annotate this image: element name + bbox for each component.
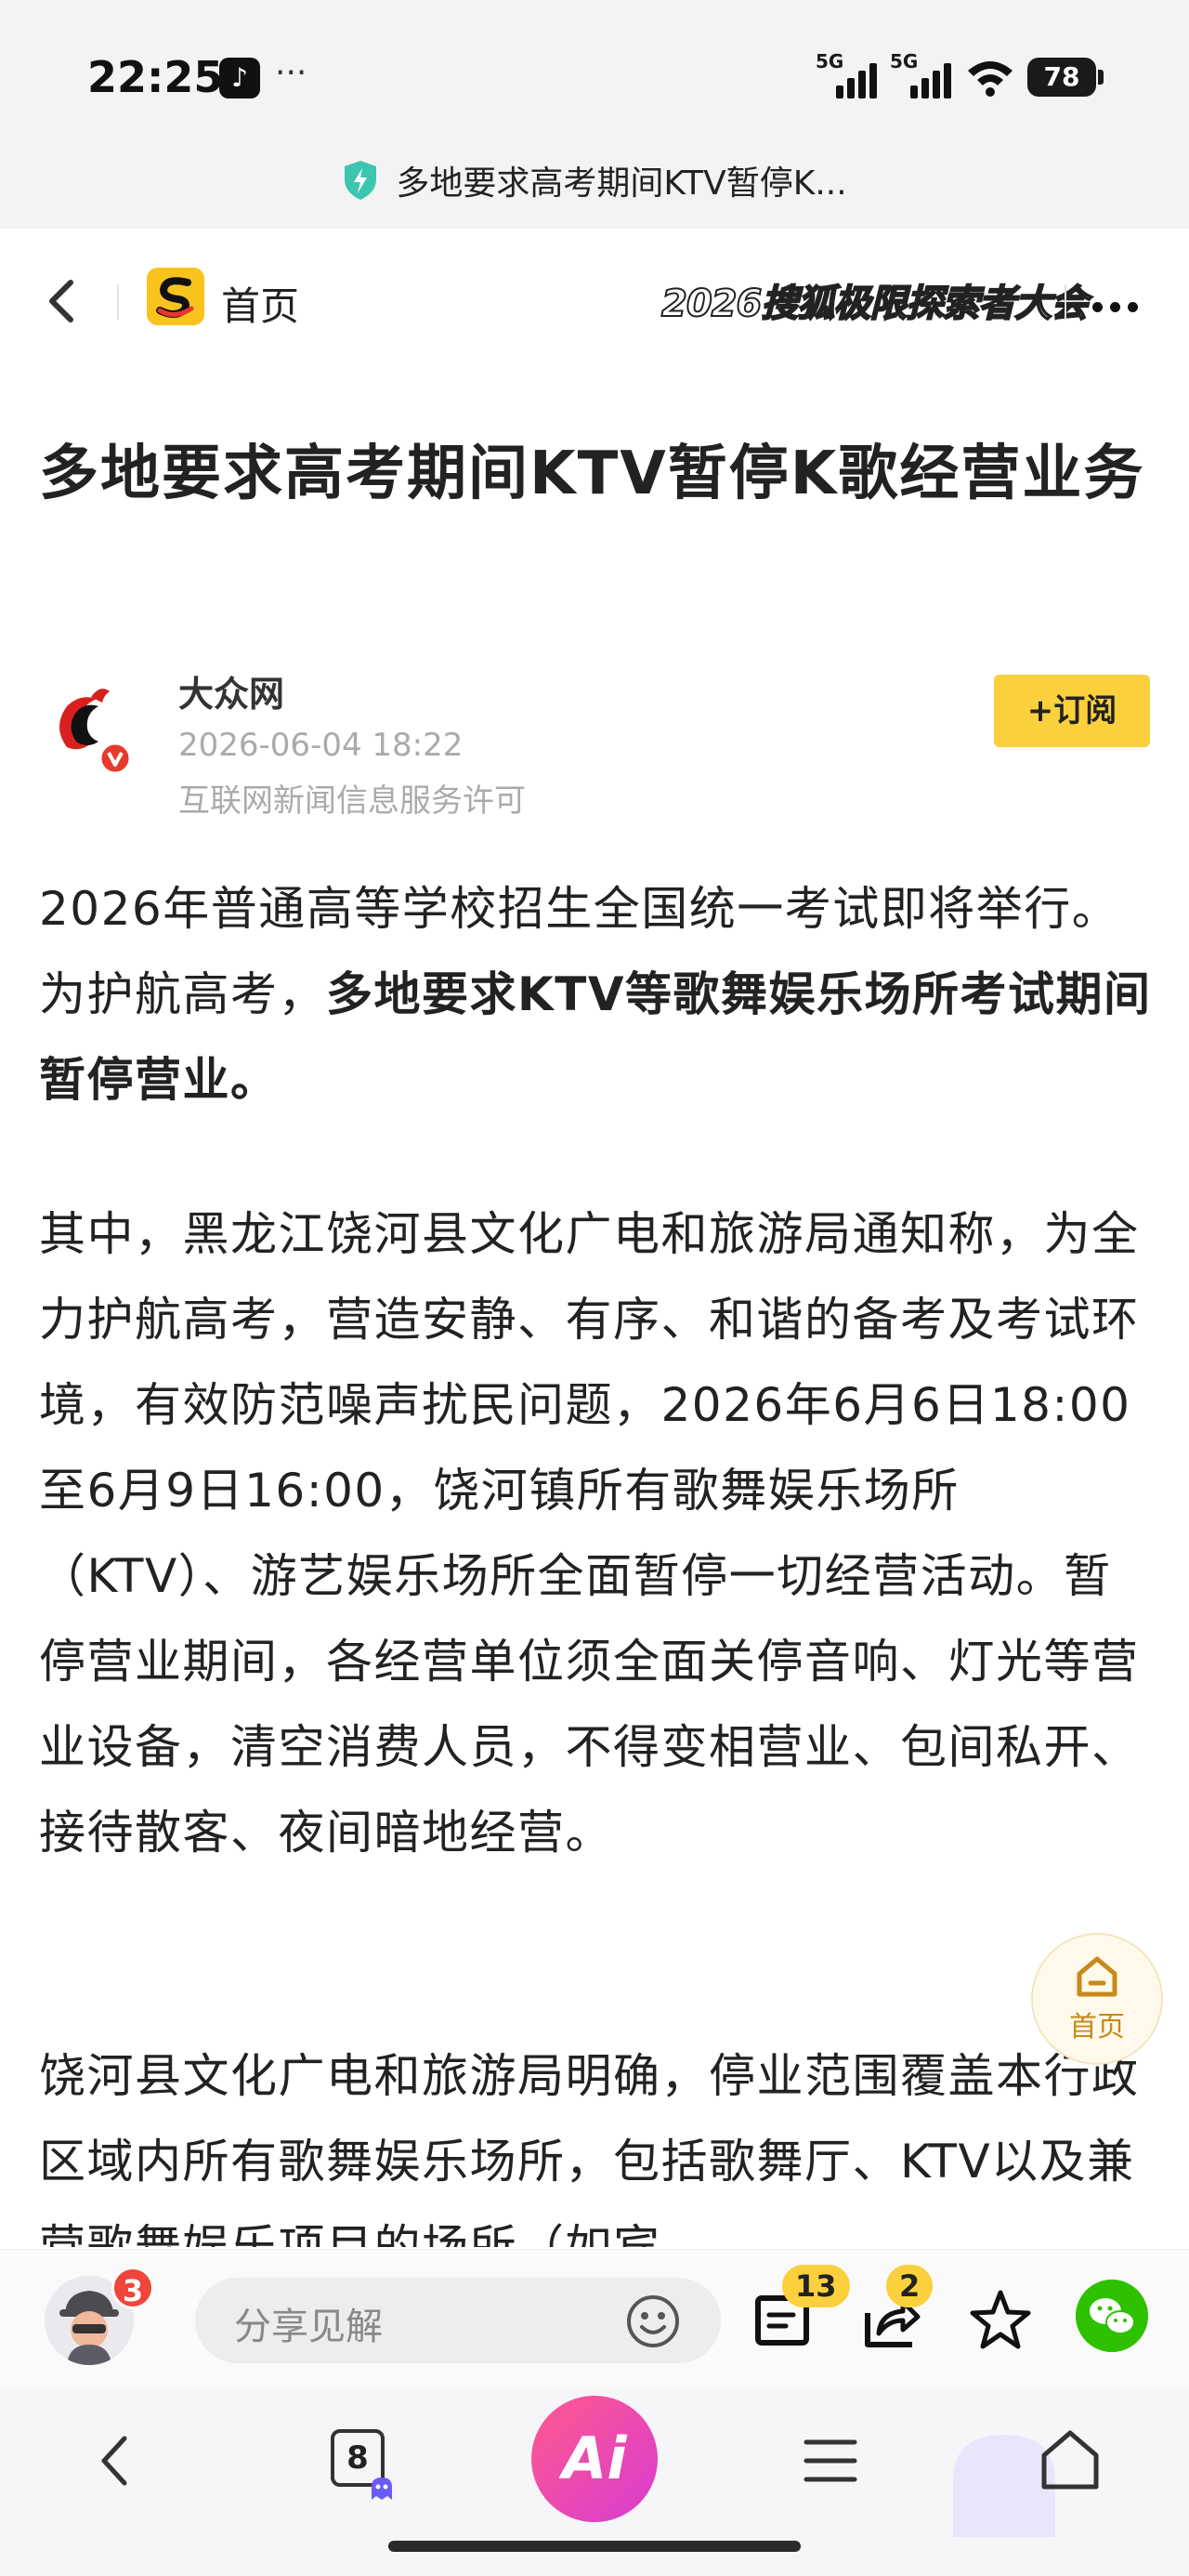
article-title: 多地要求高考期间KTV暂停K歌经营业务: [39, 440, 1145, 508]
signal-label: 5G: [890, 50, 919, 72]
back-button[interactable]: [41, 275, 85, 327]
author-name[interactable]: 大众网: [178, 665, 284, 716]
comment-bar: 3 分享见解 13 2: [0, 2249, 1189, 2388]
author-info: 大众网 2026-06-04 18:22 互联网新闻信息服务许可 +订阅: [39, 665, 1154, 823]
shield-icon: [345, 161, 377, 200]
article-paragraph-1: 2026年普通高等学校招生全国统一考试即将举行。为护航高考，多地要求KTV等歌舞…: [39, 866, 1154, 1123]
publish-date: 2026-06-04 18:22: [178, 727, 464, 764]
browser-back-icon[interactable]: [80, 2424, 154, 2498]
comment-input[interactable]: 分享见解: [195, 2278, 721, 2363]
ai-assistant-button[interactable]: Ai: [531, 2396, 658, 2522]
status-time: 22:25: [87, 52, 224, 102]
menu-icon[interactable]: [793, 2424, 868, 2498]
signal-label: 5G: [816, 50, 844, 72]
emoji-icon[interactable]: [624, 2293, 682, 2350]
ghost-icon: [372, 2477, 392, 2500]
article-paragraph-3-clip: 饶河县文化广电和旅游局明确，停业范围覆盖本行政区域内所有歌舞娱乐场所，包括歌舞厅…: [0, 2033, 1189, 2247]
divider: [1065, 284, 1066, 320]
url-title-text: 多地要求高考期间KTV暂停K...: [396, 164, 847, 203]
event-banner[interactable]: 2026搜狐极限探索者大会: [660, 273, 1089, 327]
signal-icon: 5G: [816, 50, 886, 99]
star-icon[interactable]: [966, 2287, 1035, 2356]
article-paragraph-2: 其中，黑龙江饶河县文化广电和旅游局通知称，为全力护航高考，营造安静、有序、和谐的…: [39, 1207, 1140, 1860]
float-home-button[interactable]: 首页: [1031, 1933, 1163, 2065]
home-indicator[interactable]: [388, 2541, 801, 2552]
url-bar[interactable]: 多地要求高考期间KTV暂停K...: [0, 139, 1189, 229]
signal-icon: 5G: [890, 50, 960, 99]
notification-badge: 3: [111, 2267, 154, 2309]
battery-indicator: 78: [1027, 58, 1104, 97]
float-home-label: 首页: [1069, 2011, 1125, 2044]
comment-count-badge: 13: [782, 2265, 850, 2307]
author-avatar[interactable]: [39, 678, 136, 775]
status-bar: 22:25 ♪ ··· 5G 5G 78: [0, 0, 1189, 139]
subscribe-button[interactable]: +订阅: [994, 675, 1150, 747]
page-header: 首页 2026搜狐极限探索者大会: [0, 229, 1189, 368]
comment-placeholder: 分享见解: [234, 2306, 383, 2348]
status-more-icon: ···: [275, 54, 307, 92]
article-paragraph-3: 饶河县文化广电和旅游局明确，停业范围覆盖本行政区域内所有歌舞娱乐场所，包括歌舞厅…: [39, 2049, 1140, 2247]
sohu-logo-icon[interactable]: [147, 268, 204, 325]
license-text[interactable]: 互联网新闻信息服务许可: [178, 775, 526, 821]
share-count-badge: 2: [886, 2265, 934, 2307]
home-link[interactable]: 首页: [221, 275, 299, 332]
wifi-icon: [968, 61, 1013, 97]
home-icon: [1077, 1956, 1117, 1997]
divider: [117, 284, 119, 320]
browser-home-icon[interactable]: [1033, 2424, 1107, 2498]
tiktok-icon: ♪: [219, 58, 260, 99]
wechat-icon[interactable]: [1076, 2280, 1148, 2352]
more-menu-icon[interactable]: [1092, 297, 1145, 312]
